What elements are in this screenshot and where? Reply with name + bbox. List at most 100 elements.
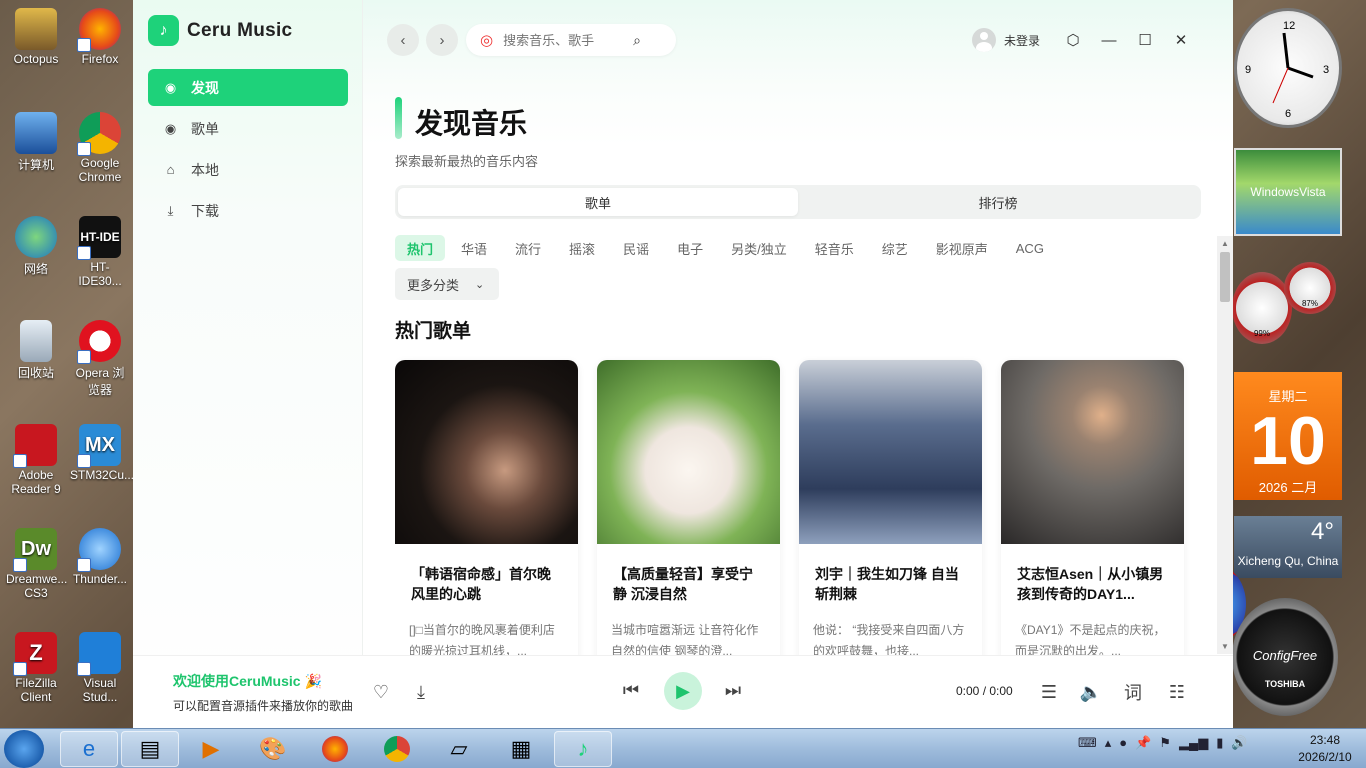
volume-button[interactable]: 🔈 <box>1079 680 1103 704</box>
desktop-icon-network[interactable]: 网络 <box>6 216 66 277</box>
tag-hot[interactable]: 热门 <box>395 235 446 261</box>
tag-soundtrack[interactable]: 影视原声 <box>924 235 1000 261</box>
playlist-cards: 「韩语宿命感」首尔晚风里的心跳 []□当首尔的晚风裹着便利店的暖光掠过耳机线，.… <box>395 360 1184 655</box>
scroll-up-icon[interactable]: ▲ <box>1221 239 1229 248</box>
taskbar: e ▤ ▶ 🎨 ▱ ▦ ♪ ⌨ ▴ ● 📌 ⚑ ▂▄▆ ▮ 🔊 23:48 20… <box>0 728 1366 768</box>
tab-playlists[interactable]: 歌单 <box>398 188 798 216</box>
play-mode-button[interactable]: ☰ <box>1037 680 1061 704</box>
search-icon[interactable]: ⌕ <box>633 32 641 49</box>
taskbar-paint[interactable]: 🎨 <box>244 731 302 767</box>
desktop-icon-dreamweaver[interactable]: Dw Dreamwe... CS3 <box>6 528 67 600</box>
power-icon[interactable]: ▮ <box>1216 735 1223 751</box>
app-tray-icon[interactable]: ● <box>1119 735 1127 751</box>
forward-button[interactable]: › <box>426 24 458 56</box>
taskbar-notepad[interactable]: ▱ <box>430 731 488 767</box>
weather-gadget[interactable]: 4° Xicheng Qu, China <box>1234 516 1342 578</box>
keyboard-icon[interactable]: ⌨ <box>1078 735 1097 751</box>
tab-charts[interactable]: 排行榜 <box>798 188 1198 216</box>
slideshow-gadget[interactable]: WindowsVista <box>1234 148 1342 236</box>
taskbar-media-player[interactable]: ▶ <box>182 731 240 767</box>
desktop-icon-octopus[interactable]: Octopus <box>6 8 66 66</box>
sidebar-item-playlist[interactable]: ◉ 歌单 <box>148 110 348 147</box>
playlist-queue-button[interactable]: ☷ <box>1165 680 1189 704</box>
desktop-icon-chrome[interactable]: Google Chrome <box>70 112 130 184</box>
previous-button[interactable]: ⏮ <box>619 678 643 702</box>
memory-meter-gadget[interactable]: 87% <box>1284 262 1336 314</box>
category-tags: 热门 华语 流行 摇滚 民谣 电子 另类/独立 轻音乐 综艺 影视原声 ACG <box>395 235 1201 261</box>
tag-pop[interactable]: 流行 <box>503 235 553 261</box>
pin-icon[interactable]: 📌 <box>1135 735 1151 751</box>
minimize-button[interactable]: — <box>1097 28 1121 52</box>
content-scrollbar[interactable]: ▲ ▼ <box>1217 236 1233 654</box>
tag-acg[interactable]: ACG <box>1004 235 1056 261</box>
desktop-icon-firefox[interactable]: Firefox <box>70 8 130 66</box>
taskbar-explorer[interactable]: ▤ <box>121 731 179 767</box>
sidebar-item-download[interactable]: ⤓ 下载 <box>148 192 348 229</box>
calendar-gadget[interactable]: 星期二 10 2026 二月 <box>1234 372 1342 500</box>
taskbar-time: 23:48 <box>1309 733 1341 747</box>
like-button[interactable]: ♡ <box>369 680 393 704</box>
start-button[interactable] <box>4 730 44 768</box>
search-input[interactable] <box>503 32 624 48</box>
download-song-button[interactable]: ⤓ <box>409 680 433 704</box>
taskbar-chrome[interactable] <box>368 731 426 767</box>
tag-rock[interactable]: 摇滚 <box>557 235 607 261</box>
tag-folk[interactable]: 民谣 <box>611 235 661 261</box>
desktop-icon-stm32[interactable]: MX STM32Cu... <box>70 424 134 482</box>
user-login[interactable]: 未登录 <box>972 28 1040 52</box>
back-button[interactable]: ‹ <box>387 24 419 56</box>
sidebar-item-local[interactable]: ⌂ 本地 <box>148 151 348 188</box>
netease-source-icon[interactable]: ◎ <box>480 31 493 49</box>
avatar <box>972 28 996 52</box>
clock-gadget[interactable]: 12 3 6 9 <box>1234 8 1342 128</box>
playlist-desc: 当城市喧嚣渐远 让音符化作自然的信使 钢琴的澄... <box>611 623 759 655</box>
opera-icon <box>77 320 121 364</box>
settings-button[interactable]: ⬡ <box>1061 28 1085 52</box>
flag-icon[interactable]: ⚑ <box>1159 735 1171 751</box>
desktop-icon-filezilla[interactable]: Z FileZilla Client <box>6 632 66 704</box>
desktop-icon-recycle-bin[interactable]: 回收站 <box>6 320 66 381</box>
taskbar-ceru-music[interactable]: ♪ <box>554 731 612 767</box>
desktop-icon-visual-studio[interactable]: Visual Stud... <box>70 632 130 704</box>
taskbar-ie[interactable]: e <box>60 731 118 767</box>
folder-icon: ▤ <box>139 736 161 761</box>
filezilla-icon: Z <box>13 632 57 676</box>
desktop-icon-opera[interactable]: Opera 浏览器 <box>70 320 130 398</box>
playlist-card[interactable]: 【高质量轻音】享受宁静 沉浸自然 当城市喧嚣渐远 让音符化作自然的信使 钢琴的澄… <box>597 360 780 655</box>
sidebar-item-discover[interactable]: ◉ 发现 <box>148 69 348 106</box>
next-button[interactable]: ⏭ <box>721 678 745 702</box>
signal-icon[interactable]: ▂▄▆ <box>1179 735 1208 751</box>
configfree-gadget[interactable]: ConfigFree TOSHIBA <box>1232 598 1338 716</box>
taskbar-firefox[interactable] <box>306 731 364 767</box>
playlist-card[interactable]: 「韩语宿命感」首尔晚风里的心跳 []□当首尔的晚风裹着便利店的暖光掠过耳机线，.… <box>395 360 578 655</box>
desktop-icon-computer[interactable]: 计算机 <box>6 112 66 173</box>
close-button[interactable]: ✕ <box>1169 28 1193 52</box>
maximize-icon: ☐ <box>1138 32 1152 49</box>
taskbar-calculator[interactable]: ▦ <box>492 731 550 767</box>
tag-chinese[interactable]: 华语 <box>449 235 499 261</box>
tag-variety[interactable]: 综艺 <box>870 235 920 261</box>
desktop-icon-ht-ide[interactable]: HT-IDE HT-IDE30... <box>70 216 130 288</box>
more-categories-button[interactable]: 更多分类 ⌄ <box>395 268 499 300</box>
taskbar-clock[interactable]: 23:48 2026/2/10 <box>1288 732 1362 766</box>
tag-indie[interactable]: 另类/独立 <box>719 235 799 261</box>
lyrics-button[interactable]: 词 <box>1121 680 1145 704</box>
scroll-down-icon[interactable]: ▼ <box>1221 642 1229 651</box>
speaker-icon[interactable]: 🔊 <box>1231 735 1247 751</box>
scroll-thumb[interactable] <box>1220 252 1230 302</box>
cpu-meter-gadget[interactable]: 99% <box>1232 272 1292 344</box>
desktop-icon-thunder[interactable]: Thunder... <box>70 528 130 586</box>
desktop-icon-adobe-reader[interactable]: Adobe Reader 9 <box>6 424 66 496</box>
weather-temp: 4° <box>1311 518 1334 545</box>
maximize-button[interactable]: ☐ <box>1133 28 1157 52</box>
playlist-card[interactable]: 艾志恒Asen｜从小镇男孩到传奇的DAY1... 《DAY1》不是起点的庆祝，而… <box>1001 360 1184 655</box>
ie-icon: e <box>82 736 96 761</box>
playlist-card[interactable]: 刘宇｜我生如刀锋 自当斩荆棘 他说： “我接受来自四面八方的欢呼鼓舞，也接... <box>799 360 982 655</box>
tag-light[interactable]: 轻音乐 <box>803 235 866 261</box>
tray-expand-icon[interactable]: ▴ <box>1105 735 1112 751</box>
play-button[interactable]: ▶ <box>664 672 702 710</box>
search-box[interactable]: ◎ ⌕ <box>466 24 676 56</box>
title-accent <box>395 97 402 139</box>
tag-electronic[interactable]: 电子 <box>665 235 715 261</box>
paint-icon: 🎨 <box>259 736 287 761</box>
